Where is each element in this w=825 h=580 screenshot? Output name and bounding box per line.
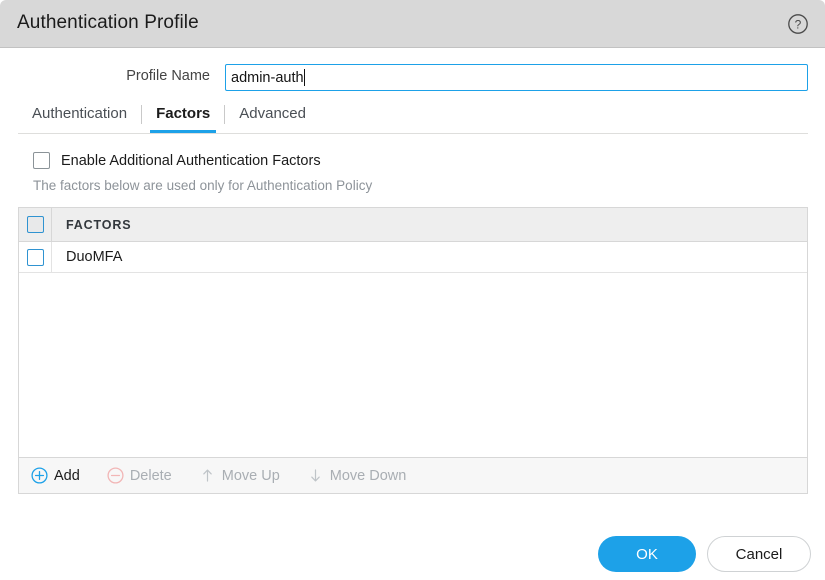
profile-name-label: Profile Name [126,68,210,84]
factors-table-header: FACTORS [19,208,807,242]
table-row[interactable]: DuoMFA [19,242,807,273]
enable-factors-label: Enable Additional Authentication Factors [61,152,321,169]
dialog-footer: OK Cancel [598,536,811,572]
arrow-down-icon [307,467,324,484]
arrow-up-icon [199,467,216,484]
add-button[interactable]: Add [31,467,80,484]
text-caret [304,69,306,86]
minus-circle-icon [107,467,124,484]
delete-button-label: Delete [129,467,172,484]
help-circle-icon[interactable]: ? [787,13,809,35]
add-button-label: Add [54,467,80,484]
enable-factors-hint: The factors below are used only for Auth… [33,178,373,193]
dialog-titlebar: Authentication Profile ? [0,0,825,48]
row-checkbox-cell[interactable] [19,242,52,272]
cancel-button[interactable]: Cancel [707,536,811,572]
profile-name-input[interactable] [225,64,808,91]
move-down-button[interactable]: Move Down [307,467,407,484]
tab-authentication[interactable]: Authentication [18,104,141,133]
tab-factors[interactable]: Factors [142,104,224,133]
profile-name-row: Profile Name [0,64,825,92]
dialog-title: Authentication Profile [17,12,199,33]
move-up-button[interactable]: Move Up [199,467,280,484]
enable-factors-row[interactable]: Enable Additional Authentication Factors [33,152,321,169]
tab-authentication-label: Authentication [32,105,128,122]
row-checkbox[interactable] [26,248,44,266]
select-all-cell[interactable] [19,208,52,241]
factors-table: FACTORS DuoMFA Add Delete Move Up Move D… [18,207,808,494]
ok-button[interactable]: OK [598,536,696,572]
delete-button[interactable]: Delete [107,467,172,484]
move-up-button-label: Move Up [221,467,280,484]
row-label-factor-name: DuoMFA [66,249,123,265]
tab-advanced-label: Advanced [239,105,306,122]
svg-text:?: ? [795,17,802,31]
table-empty-area [19,273,807,457]
tab-factors-label: Factors [156,105,211,122]
select-all-checkbox[interactable] [26,216,44,233]
authentication-profile-dialog: Authentication Profile ? Profile Name Au… [0,0,825,580]
factors-table-body: DuoMFA [19,242,807,457]
tab-advanced[interactable]: Advanced [225,104,320,133]
move-down-button-label: Move Down [329,467,407,484]
enable-factors-checkbox[interactable] [33,152,50,169]
factors-table-toolbar: Add Delete Move Up Move Down [19,457,807,493]
tab-bar: Authentication Factors Advanced [18,104,808,134]
column-header-factors: FACTORS [66,217,132,232]
tab-bar-underline [18,133,808,134]
plus-circle-icon [31,467,48,484]
